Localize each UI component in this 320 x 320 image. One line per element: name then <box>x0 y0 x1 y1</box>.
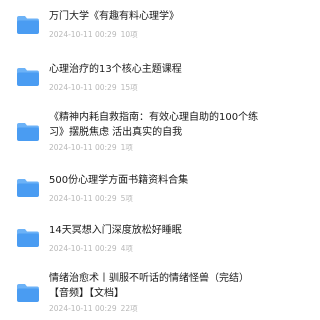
folder-list-item[interactable]: 心理治疗的13个核心主题课程 2024-10-11 00:29 15项 <box>0 0 264 320</box>
folder-meta: 2024-10-11 00:29 1项 <box>49 143 133 153</box>
folder-icon <box>16 15 40 35</box>
item-count: 1项 <box>120 143 133 152</box>
folder-meta: 2024-10-11 00:29 4项 <box>49 244 133 254</box>
folder-list-item[interactable]: 情绪治愈术丨驯服不听话的情绪怪兽（完结）【音频】【文档】 2024-10-11 0… <box>0 0 264 320</box>
folder-title: 14天冥想入门深度放松好睡眠 <box>49 225 182 236</box>
modified-date: 2024-10-11 00:29 <box>49 143 117 152</box>
folder-meta: 2024-10-11 00:29 22项 <box>49 304 138 314</box>
folder-list-item[interactable]: 500份心理学方面书籍资料合集 2024-10-11 00:29 5项 <box>0 0 264 320</box>
modified-date: 2024-10-11 00:29 <box>49 194 117 203</box>
item-count: 5项 <box>120 194 133 203</box>
folder-title: 情绪治愈术丨驯服不听话的情绪怪兽（完结）【音频】【文档】 <box>49 273 249 299</box>
folder-icon <box>16 178 40 198</box>
folder-icon <box>16 228 40 248</box>
folder-icon <box>16 67 40 87</box>
folder-title: 万门大学《有趣有料心理学》 <box>49 11 179 22</box>
folder-title: 《精神内耗自救指南：有效心理自助的100个练习》摆脱焦虑 活出真实的自我 <box>49 112 259 138</box>
modified-date: 2024-10-11 00:29 <box>49 30 117 39</box>
file-list: 万门大学《有趣有料心理学》 2024-10-11 00:29 10项 心理治疗的13个… <box>0 0 264 320</box>
modified-date: 2024-10-11 00:29 <box>49 244 117 253</box>
item-count: 4项 <box>120 244 133 253</box>
folder-meta: 2024-10-11 00:29 5项 <box>49 194 133 204</box>
folder-icon <box>16 122 40 142</box>
modified-date: 2024-10-11 00:29 <box>49 304 117 313</box>
folder-list-item[interactable]: 14天冥想入门深度放松好睡眠 2024-10-11 00:29 4项 <box>0 0 264 320</box>
folder-list-item[interactable]: 万门大学《有趣有料心理学》 2024-10-11 00:29 10项 <box>0 0 264 320</box>
item-count: 15项 <box>120 83 138 92</box>
item-count: 10项 <box>120 30 138 39</box>
folder-meta: 2024-10-11 00:29 15项 <box>49 83 138 93</box>
item-count: 22项 <box>120 304 138 313</box>
folder-list-item[interactable]: 《精神内耗自救指南：有效心理自助的100个练习》摆脱焦虑 活出真实的自我 2024… <box>0 0 264 320</box>
modified-date: 2024-10-11 00:29 <box>49 83 117 92</box>
folder-icon <box>16 283 40 303</box>
folder-meta: 2024-10-11 00:29 10项 <box>49 30 138 40</box>
folder-title: 心理治疗的13个核心主题课程 <box>49 64 182 75</box>
folder-title: 500份心理学方面书籍资料合集 <box>49 175 189 186</box>
